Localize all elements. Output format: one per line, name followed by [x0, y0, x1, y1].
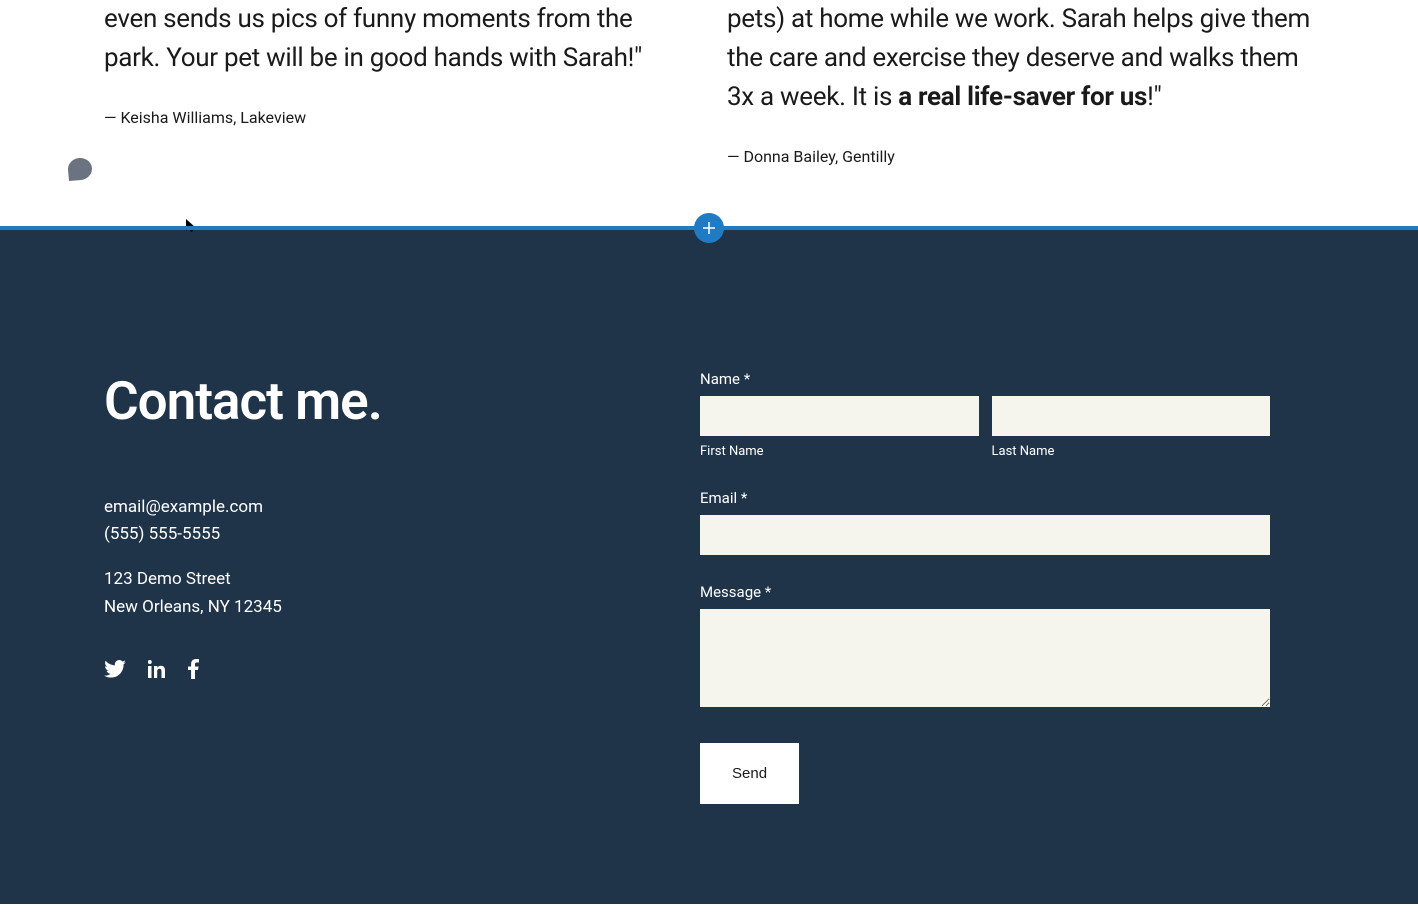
testimonial-text: even sends us pics of funny moments from… — [104, 0, 691, 78]
contact-address-line1: 123 Demo Street — [104, 566, 620, 593]
first-name-field[interactable] — [700, 396, 979, 436]
testimonial-author: — Keisha Williams, Lakeview — [104, 108, 691, 127]
twitter-icon — [104, 660, 126, 678]
contact-email: email@example.com — [104, 494, 620, 521]
testimonials-section: even sends us pics of funny moments from… — [0, 0, 1418, 226]
social-icons — [104, 659, 620, 683]
testimonial-right: pets) at home while we work. Sarah helps… — [727, 0, 1314, 166]
contact-heading: Contact me. — [104, 370, 620, 432]
facebook-link[interactable] — [188, 659, 199, 683]
contact-form-column: Name * First Name Last Name Email * Mess… — [700, 370, 1270, 804]
name-label: Name * — [700, 370, 1270, 388]
testimonial-text: pets) at home while we work. Sarah helps… — [727, 0, 1314, 117]
testimonial-author: — Donna Bailey, Gentilly — [727, 147, 1314, 166]
last-name-field[interactable] — [992, 396, 1271, 436]
contact-phone: (555) 555-5555 — [104, 521, 620, 548]
testimonial-text-bold: a real life-saver for us — [898, 82, 1147, 112]
contact-info-column: Contact me. email@example.com (555) 555-… — [104, 370, 620, 804]
testimonial-text-suffix: !" — [1147, 82, 1161, 112]
first-name-sublabel: First Name — [700, 444, 979, 459]
linkedin-link[interactable] — [148, 660, 166, 682]
add-section-button[interactable] — [694, 213, 724, 243]
email-label: Email * — [700, 489, 1270, 507]
send-button[interactable]: Send — [700, 743, 799, 804]
contact-section: Contact me. email@example.com (555) 555-… — [0, 230, 1418, 904]
plus-icon — [702, 221, 716, 235]
message-label: Message * — [700, 583, 1270, 601]
twitter-link[interactable] — [104, 660, 126, 682]
testimonial-left: even sends us pics of funny moments from… — [104, 0, 691, 166]
message-field[interactable] — [700, 609, 1270, 707]
contact-form: Name * First Name Last Name Email * Mess… — [700, 370, 1270, 804]
contact-address-line2: New Orleans, NY 12345 — [104, 594, 620, 621]
blob-shape — [67, 157, 93, 181]
section-divider — [0, 226, 1418, 230]
contact-info: email@example.com (555) 555-5555 123 Dem… — [104, 494, 620, 621]
linkedin-icon — [148, 660, 166, 678]
facebook-icon — [188, 659, 199, 679]
email-field[interactable] — [700, 515, 1270, 555]
last-name-sublabel: Last Name — [992, 444, 1271, 459]
